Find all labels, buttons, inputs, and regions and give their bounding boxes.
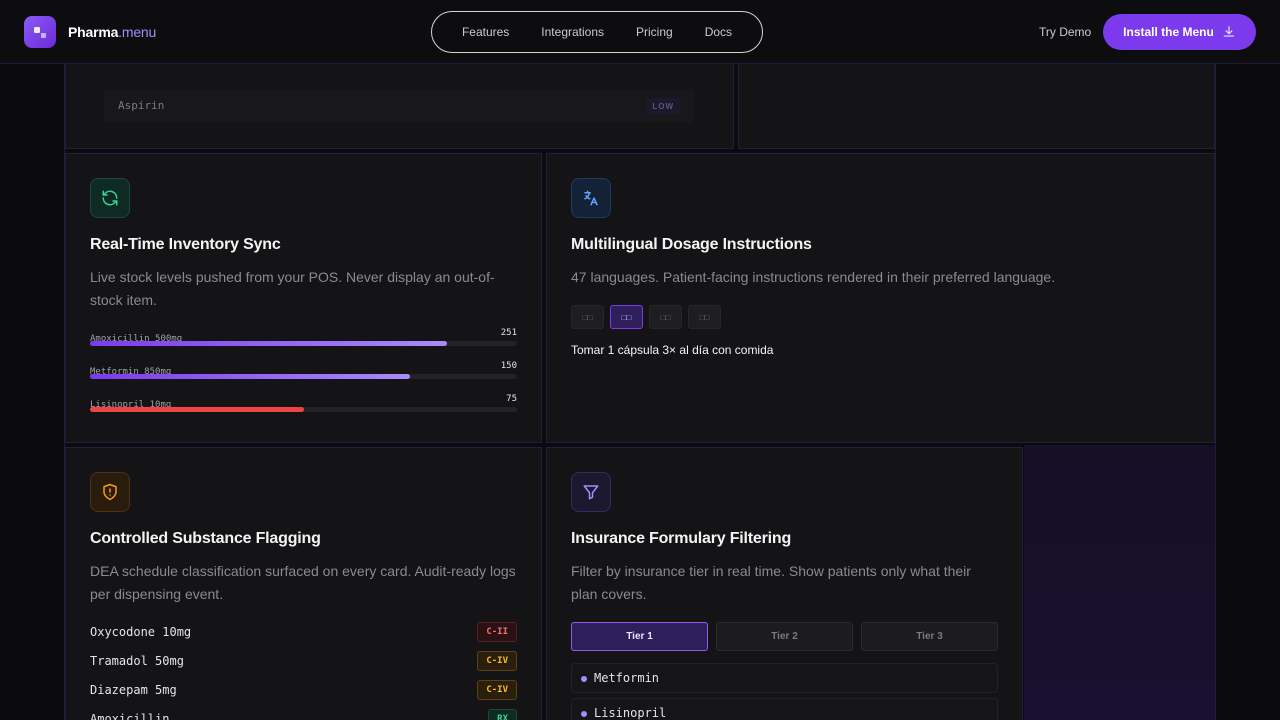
nav-menu: Features Integrations Pricing Docs: [431, 11, 763, 53]
list-item: Lisinopril: [571, 698, 998, 720]
nav-link-integrations[interactable]: Integrations: [525, 25, 620, 39]
drug-name: Lisinopril: [594, 706, 667, 720]
list-item: Aspirin LOW: [104, 89, 694, 123]
frame-line-right: [1215, 64, 1216, 720]
stock-bar: [90, 341, 517, 346]
stock-count: 150: [500, 361, 517, 371]
stock-level-badge: LOW: [646, 98, 680, 115]
stock-bar-fill: [90, 341, 447, 346]
install-label: Install the Menu: [1123, 25, 1214, 39]
brand-name[interactable]: Pharma.menu: [68, 24, 156, 40]
nav-link-features[interactable]: Features: [446, 25, 525, 39]
list-item: Metformin: [571, 663, 998, 693]
nav-link-docs[interactable]: Docs: [689, 25, 748, 39]
drug-name: Diazepam 5mg: [90, 683, 177, 697]
top-navbar: Pharma.menu Features Integrations Pricin…: [0, 0, 1280, 64]
bullet-icon: [581, 676, 587, 682]
refresh-icon: [90, 178, 130, 218]
schedule-badge: C-II: [477, 622, 517, 642]
card-description: DEA schedule classification surfaced on …: [90, 563, 516, 602]
language-option[interactable]: □□: [688, 305, 721, 329]
controlled-row: Diazepam 5mg C-IV: [90, 680, 517, 700]
background-accent: [1024, 445, 1216, 720]
stock-bar: [90, 374, 517, 379]
translate-icon: [571, 178, 611, 218]
try-demo-link[interactable]: Try Demo: [1039, 25, 1091, 39]
nav-link-pricing[interactable]: Pricing: [620, 25, 689, 39]
brand-suffix: .menu: [118, 24, 157, 40]
stock-bar-fill: [90, 374, 411, 379]
card-description: Filter by insurance tier in real time. S…: [571, 563, 971, 602]
drug-name: Oxycodone 10mg: [90, 625, 192, 639]
brand-main: Pharma: [68, 24, 119, 40]
stock-bar-fill: [90, 407, 304, 412]
filter-icon: [571, 472, 611, 512]
card-description: Live stock levels pushed from your POS. …: [90, 269, 495, 308]
controlled-row: Tramadol 50mg C-IV: [90, 651, 517, 671]
drug-name: Tramadol 50mg: [90, 654, 184, 668]
inventory-row: Metformin 850mg 150: [90, 361, 517, 379]
tier-tab[interactable]: Tier 1: [571, 622, 708, 651]
controlled-row: Amoxicillin RX: [90, 709, 517, 720]
card-title: Insurance Formulary Filtering: [571, 530, 792, 547]
drug-name: Amoxicillin: [90, 712, 170, 720]
schedule-badge: C-IV: [477, 680, 517, 700]
download-icon: [1223, 26, 1235, 37]
card-title: Multilingual Dosage Instructions: [571, 236, 812, 253]
tier-tab[interactable]: Tier 3: [861, 622, 998, 651]
schedule-badge: C-IV: [477, 651, 517, 671]
card-title: Controlled Substance Flagging: [90, 530, 321, 547]
language-option[interactable]: □□: [571, 305, 604, 329]
language-option[interactable]: □□: [610, 305, 643, 329]
install-menu-button[interactable]: Install the Menu: [1103, 14, 1256, 50]
card-title: Real-Time Inventory Sync: [90, 236, 281, 253]
tier-tab[interactable]: Tier 2: [716, 622, 853, 651]
controlled-row: Oxycodone 10mg C-II: [90, 622, 517, 642]
drug-name: Metformin: [594, 671, 660, 685]
bullet-icon: [581, 711, 587, 717]
language-option[interactable]: □□: [649, 305, 682, 329]
card-multilingual: [546, 153, 1215, 443]
dosage-instruction: Tomar 1 cápsula 3× al día con comida: [571, 343, 774, 357]
stock-count: 75: [506, 394, 517, 404]
item-name: Aspirin: [118, 99, 165, 112]
logo-icon[interactable]: [24, 16, 56, 48]
inventory-row: Lisinopril 10mg 75: [90, 394, 517, 412]
inventory-row: Amoxicillin 500mg 251: [90, 328, 517, 346]
card-description: 47 languages. Patient-facing instruction…: [571, 269, 1056, 285]
shield-alert-icon: [90, 472, 130, 512]
schedule-badge: RX: [488, 709, 517, 720]
stock-count: 251: [500, 328, 517, 338]
stock-bar: [90, 407, 517, 412]
